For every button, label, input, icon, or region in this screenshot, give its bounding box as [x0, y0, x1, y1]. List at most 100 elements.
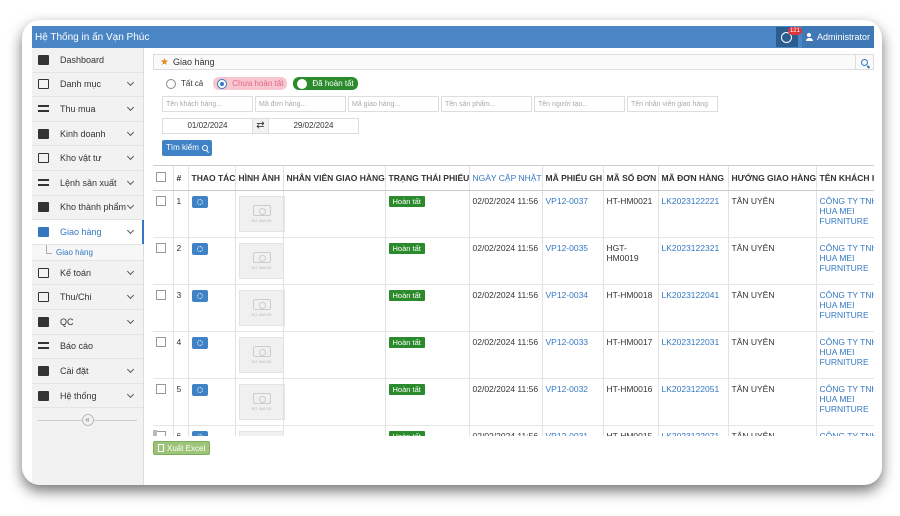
user-menu[interactable]: Administrator: [801, 26, 874, 48]
row-checkbox[interactable]: [156, 242, 166, 253]
row-checkbox[interactable]: [156, 289, 166, 300]
sidebar-item[interactable]: Báo cáo: [32, 335, 143, 360]
sidebar-item[interactable]: Cài đặt: [32, 359, 143, 384]
sidebar-item-label: Danh mục: [60, 79, 102, 90]
delivery-code-input[interactable]: Mã giao hàng...: [348, 96, 439, 112]
order-code-input[interactable]: Mã đơn hàng...: [255, 96, 346, 112]
delivery-slip-link[interactable]: VP12-0033: [542, 331, 604, 379]
col-header: MÃ PHIẾU GH: [542, 166, 604, 191]
table-header-row: # THAO TÁC HÌNH ẢNH NHÂN VIÊN GIAO HÀNG …: [153, 166, 874, 191]
delivery-direction: TÂN UYÊN: [728, 378, 817, 426]
action-settings-button[interactable]: [191, 336, 208, 349]
image-cell: NO IMAGE: [235, 425, 285, 436]
select-all-header[interactable]: [153, 166, 174, 191]
action-cell: [188, 237, 236, 285]
customer-name-link[interactable]: CÔNG TY TNHH HUA MEI FURNITURE: [816, 378, 874, 426]
delivery-slip-link[interactable]: VP12-0037: [542, 190, 604, 238]
creator-name-input[interactable]: Tên người tạo...: [534, 96, 625, 112]
action-settings-button[interactable]: [191, 383, 208, 396]
sidebar-item[interactable]: Giao hàng: [32, 220, 144, 245]
action-settings-button[interactable]: [191, 430, 208, 436]
status-cell: Hoàn tất: [385, 284, 470, 332]
order-code-link[interactable]: LK2023122221: [658, 190, 729, 238]
sidebar-item[interactable]: Kế toán: [32, 261, 143, 286]
radio-pending[interactable]: Chưa hoàn tất: [213, 77, 288, 90]
sidebar-item[interactable]: Danh mục: [32, 73, 143, 98]
select-all-checkbox[interactable]: [156, 171, 166, 182]
table-row[interactable]: 6 NO IMAGE Hoàn tất 02/02/2024 11:56VP12-00…: [153, 425, 874, 436]
panel-search-button[interactable]: [855, 55, 873, 69]
col-header-sortable[interactable]: NGÀY CẬP NHẬT: [469, 166, 543, 191]
action-settings-button[interactable]: [191, 242, 208, 255]
date-from-input[interactable]: 01/02/2024: [162, 118, 253, 134]
row-checkbox[interactable]: [156, 430, 166, 436]
row-select-cell[interactable]: [153, 284, 174, 332]
cube-icon: [38, 153, 49, 164]
sidebar-item-label: Kho thành phẩm: [60, 202, 127, 213]
export-excel-button[interactable]: Xuất Excel: [153, 441, 211, 455]
table-row[interactable]: 2 NO IMAGE Hoàn tất 02/02/2024 11:56 VP12-00…: [153, 237, 874, 285]
row-select-cell[interactable]: [153, 331, 174, 379]
col-header: THAO TÁC: [188, 166, 236, 191]
col-header: MÃ SỐ ĐƠN: [603, 166, 659, 191]
table-row[interactable]: 3 NO IMAGE Hoàn tất 02/02/2024 11:56 VP12-00…: [153, 284, 874, 332]
row-checkbox[interactable]: [156, 195, 166, 206]
radio-circle[interactable]: [166, 78, 176, 89]
notification-button[interactable]: 121: [775, 27, 802, 47]
order-code-link[interactable]: LK2023122041: [658, 284, 729, 332]
row-checkbox[interactable]: [156, 336, 166, 347]
sidebar-subitem[interactable]: Giao hàng: [32, 244, 143, 261]
product-name-input[interactable]: Tên sản phẩm...: [441, 96, 532, 112]
collapse-icon[interactable]: «: [81, 414, 94, 427]
row-number: 4: [173, 331, 189, 379]
delivery-staff-input[interactable]: Tên nhân viên giao hàng: [627, 96, 718, 112]
date-to-input[interactable]: 29/02/2024: [268, 118, 359, 134]
order-code-link[interactable]: LK2023122031: [658, 331, 729, 379]
order-code-link[interactable]: LK2023122071: [658, 425, 729, 436]
delivery-slip-link[interactable]: VP12-0035: [542, 237, 604, 285]
radio-circle[interactable]: [297, 78, 308, 89]
main-content: ★ Giao hàng Tất cả Chưa hoàn tất Đã hoàn…: [144, 48, 874, 485]
order-code-link[interactable]: LK2023122321: [658, 237, 729, 285]
table-row[interactable]: 1 NO IMAGE Hoàn tất 02/02/2024 11:56 VP12-00…: [153, 190, 874, 238]
customer-name-link[interactable]: CÔNG TY TNHH HUA MEI FURNITURE: [816, 284, 874, 332]
order-code-link[interactable]: LK2023122051: [658, 378, 729, 426]
search-button[interactable]: Tìm kiếm: [162, 140, 212, 156]
table-row[interactable]: 4 NO IMAGE Hoàn tất 02/02/2024 11:56 VP12-00…: [153, 331, 874, 379]
row-select-cell[interactable]: [153, 237, 174, 285]
row-select-cell[interactable]: [153, 378, 174, 426]
action-cell: [188, 331, 236, 379]
delivery-slip-link[interactable]: VP12-0031: [542, 425, 604, 436]
customer-name-input[interactable]: Tên khách hàng...: [162, 96, 253, 112]
sidebar-item[interactable]: Hệ thống: [32, 384, 143, 409]
sidebar-collapse-button[interactable]: «: [32, 414, 143, 427]
sidebar-item[interactable]: Thu/Chi: [32, 285, 143, 310]
sidebar-item[interactable]: Dashboard: [32, 48, 143, 73]
customer-name-link[interactable]: CÔNG TY TNHH HUA MEI FURNITURE: [816, 237, 874, 285]
horizontal-scrollbar[interactable]: [153, 430, 157, 436]
delivery-slip-link[interactable]: VP12-0032: [542, 378, 604, 426]
customer-name-link[interactable]: CÔNG TY TNHH HUA MEI FURNITURE: [816, 190, 874, 238]
table-row[interactable]: 5 NO IMAGE Hoàn tất 02/02/2024 11:56 VP12-00…: [153, 378, 874, 426]
updated-date: 02/02/2024 11:56: [469, 425, 543, 436]
row-select-cell[interactable]: [153, 190, 174, 238]
customer-name-link[interactable]: CÔNG TY TNHH: [816, 425, 874, 436]
customer-name-link[interactable]: CÔNG TY TNHH HUA MEI FURNITURE: [816, 331, 874, 379]
no-image-placeholder: NO IMAGE: [238, 430, 285, 436]
sidebar-item[interactable]: Thu mua: [32, 97, 143, 122]
updated-date: 02/02/2024 11:56: [469, 331, 543, 379]
delivery-slip-link[interactable]: VP12-0034: [542, 284, 604, 332]
action-settings-button[interactable]: [191, 289, 208, 302]
sidebar-item[interactable]: QC: [32, 310, 143, 335]
sidebar-item[interactable]: Kho thành phẩm: [32, 196, 143, 221]
radio-done[interactable]: Đã hoàn tất: [293, 77, 358, 90]
radio-all[interactable]: Tất cả: [162, 77, 207, 90]
action-settings-button[interactable]: [191, 195, 208, 208]
radio-circle[interactable]: [217, 78, 228, 89]
sidebar-item[interactable]: Kho vật tư: [32, 146, 143, 171]
swap-icon: ⇄: [253, 118, 268, 134]
row-checkbox[interactable]: [156, 383, 166, 394]
sidebar-item[interactable]: Kinh doanh: [32, 122, 143, 147]
sidebar-item[interactable]: Lệnh sản xuất: [32, 171, 143, 196]
book-icon: [38, 128, 49, 139]
